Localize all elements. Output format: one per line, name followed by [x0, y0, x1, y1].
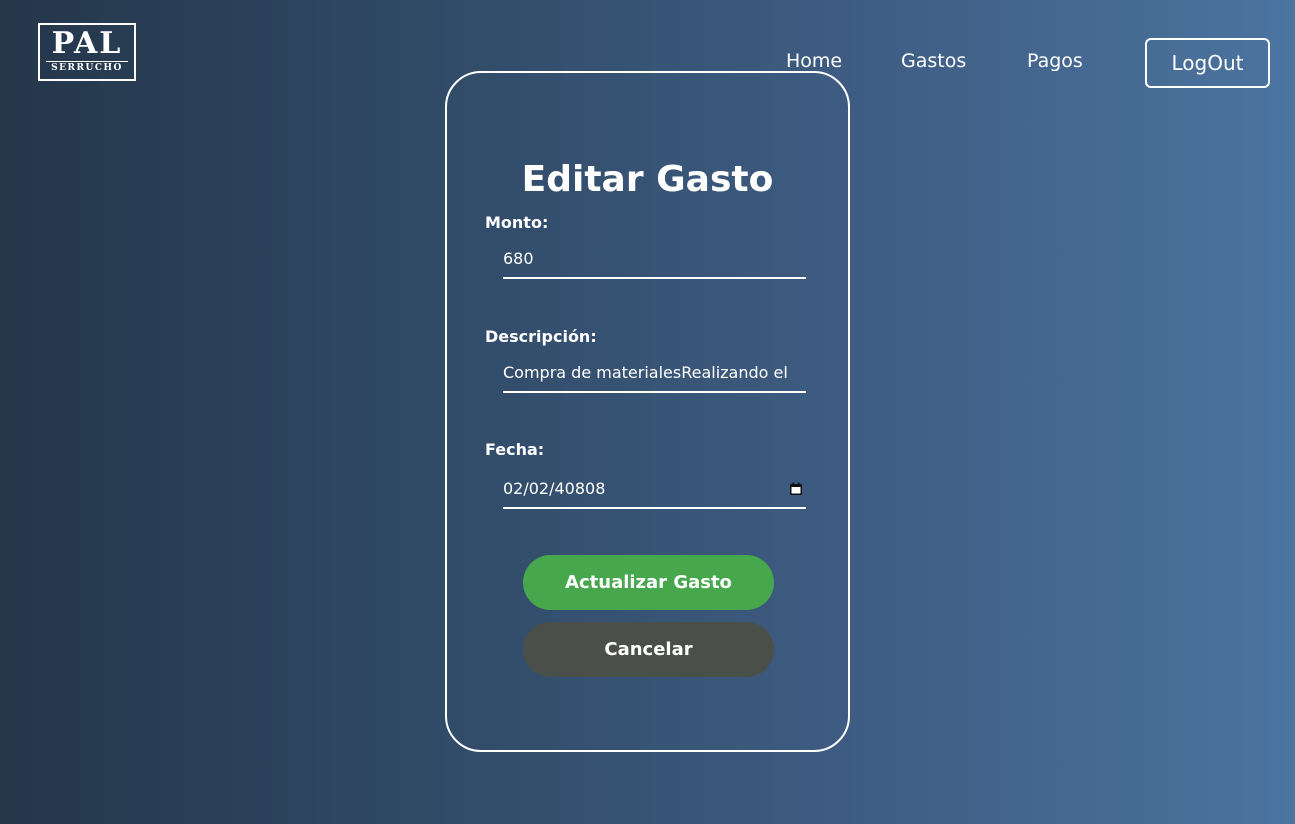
descripcion-input[interactable]: Compra de materialesRealizando el [503, 359, 806, 393]
cancel-button[interactable]: Cancelar [523, 622, 774, 677]
edit-expense-card: Editar Gasto Monto: 680 Descripción: Com… [445, 71, 850, 752]
fecha-input[interactable]: 02/02/40808 [503, 475, 806, 509]
monto-input[interactable]: 680 [503, 245, 806, 279]
update-expense-button[interactable]: Actualizar Gasto [523, 555, 774, 610]
monto-label: Monto: [485, 213, 549, 232]
nav-link-pagos[interactable]: Pagos [1027, 50, 1083, 72]
nav-link-home[interactable]: Home [786, 50, 842, 72]
form-title: Editar Gasto [521, 159, 774, 200]
fecha-label: Fecha: [485, 440, 545, 459]
descripcion-label: Descripción: [485, 327, 597, 346]
nav-link-gastos[interactable]: Gastos [901, 50, 966, 72]
fecha-value: 02/02/40808 [503, 479, 606, 498]
calendar-icon[interactable] [789, 482, 803, 496]
logout-button[interactable]: LogOut [1145, 38, 1270, 88]
